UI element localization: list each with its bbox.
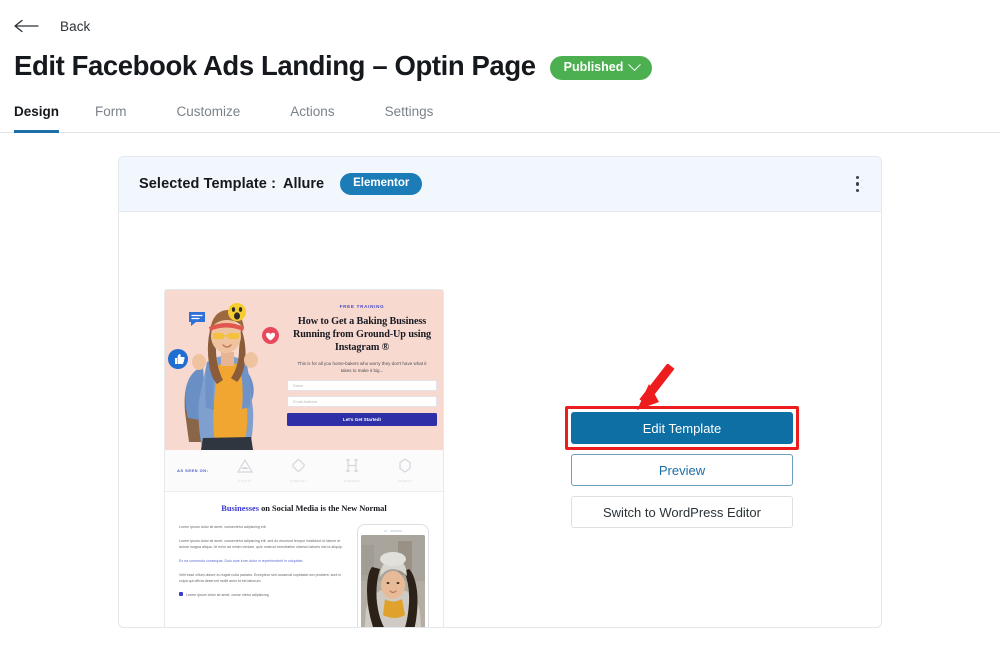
- tab-form[interactable]: Form: [95, 104, 155, 132]
- wow-emoji-icon: [227, 302, 247, 322]
- edit-template-button[interactable]: Edit Template: [571, 412, 793, 444]
- bullet-text: Lorem ipsum dolor sit amet, conse ctetur…: [186, 592, 269, 598]
- logo-item: AGENCY: [398, 458, 413, 483]
- diamond-logo-icon: [291, 458, 306, 473]
- logo-name: COMPANY: [290, 480, 307, 483]
- heart-icon: [261, 326, 280, 345]
- hero-name-field[interactable]: Name: [287, 380, 437, 391]
- h-logo-icon: [345, 458, 359, 473]
- tab-customize[interactable]: Customize: [177, 104, 269, 132]
- content-paragraph: Velit esse cillum dolore eu fugiat nulla…: [179, 572, 347, 585]
- kebab-dot: [856, 189, 860, 193]
- switch-to-wordpress-editor-button[interactable]: Switch to WordPress Editor: [571, 496, 793, 528]
- phone-screen-photo: [361, 535, 425, 628]
- preview-content-section: Businesses on Social Media is the New No…: [165, 492, 443, 628]
- kebab-dot: [856, 176, 860, 180]
- content-bullet-item: Lorem ipsum dolor sit amet, conse ctetur…: [179, 592, 347, 598]
- tab-settings[interactable]: Settings: [385, 104, 462, 132]
- logo-item: COMPANY: [344, 458, 361, 483]
- selected-template-name: Allure: [283, 176, 324, 192]
- triangle-logo-icon: [237, 459, 253, 473]
- as-seen-on-label: AS SEEN ON:: [177, 468, 209, 473]
- content-heading-highlight: Businesses: [221, 504, 259, 513]
- template-card: Selected Template : Allure Elementor: [118, 156, 882, 628]
- logo-name: AGENCY: [398, 480, 413, 483]
- tab-actions[interactable]: Actions: [290, 104, 362, 132]
- content-paragraph: Lorem ipsum dolor sit amet, consectetur …: [179, 538, 347, 551]
- content-heading-rest: on Social Media is the New Normal: [259, 504, 387, 513]
- hero-kicker: FREE TRAINING: [287, 304, 437, 309]
- template-actions: Edit Template Preview Switch to WordPres…: [571, 412, 793, 528]
- elementor-badge: Elementor: [340, 173, 422, 196]
- back-bar[interactable]: Back: [0, 0, 1000, 38]
- chevron-down-icon: [628, 58, 641, 71]
- template-card-body: FREE TRAINING How to Get a Baking Busine…: [119, 212, 881, 628]
- thumbs-up-icon: [167, 348, 189, 370]
- phone-notch: [361, 530, 425, 532]
- back-label[interactable]: Back: [60, 19, 90, 34]
- logo-name: STUDIO: [237, 480, 253, 483]
- hero-subtext: This is for all you home-bakers who worr…: [287, 361, 437, 375]
- template-card-header: Selected Template : Allure Elementor: [119, 157, 881, 212]
- content-link-paragraph[interactable]: Ex ea commodo consequat. Duis aute irure…: [179, 558, 347, 565]
- comment-icon: [187, 310, 207, 328]
- bullet-marker-icon: [179, 592, 183, 596]
- template-preview-thumbnail[interactable]: FREE TRAINING How to Get a Baking Busine…: [164, 289, 444, 628]
- preview-hero-section: FREE TRAINING How to Get a Baking Busine…: [165, 290, 443, 450]
- tab-bar: Design Form Customize Actions Settings: [0, 104, 1000, 133]
- preview-logos-strip: AS SEEN ON: STUDIO COMPANY: [165, 450, 443, 492]
- logo-item: COMPANY: [290, 458, 307, 483]
- content-columns: Lorem ipsum dolor sit amet, consectetur …: [179, 524, 429, 628]
- content-heading: Businesses on Social Media is the New No…: [179, 504, 429, 513]
- logo-list: STUDIO COMPANY COMPANY: [209, 458, 431, 483]
- content-text-column: Lorem ipsum dolor sit amet, consectetur …: [179, 524, 347, 628]
- hexagon-logo-icon: [398, 458, 412, 473]
- phone-camera-icon: [384, 530, 386, 532]
- logo-item: STUDIO: [237, 459, 253, 483]
- hero-email-field[interactable]: Email Address: [287, 396, 437, 407]
- hero-headline: How to Get a Baking Business Running fro…: [287, 315, 437, 354]
- page-title-row: Edit Facebook Ads Landing – Optin Page P…: [0, 38, 1000, 82]
- logo-name: COMPANY: [344, 480, 361, 483]
- phone-speaker: [390, 530, 402, 532]
- annotation-arrow-down-left-icon: [619, 364, 689, 416]
- status-badge-label: Published: [564, 61, 624, 74]
- preview-button[interactable]: Preview: [571, 454, 793, 486]
- tab-design[interactable]: Design: [14, 104, 73, 132]
- content-paragraph: Lorem ipsum dolor sit amet, consectetur …: [179, 524, 347, 531]
- hero-cta-button[interactable]: Let's Get Started!: [287, 413, 437, 426]
- selected-template-label: Selected Template :: [139, 176, 276, 192]
- status-badge[interactable]: Published: [550, 56, 653, 80]
- kebab-menu-icon[interactable]: [852, 170, 864, 199]
- hero-copy: FREE TRAINING How to Get a Baking Busine…: [287, 304, 437, 426]
- kebab-dot: [856, 182, 860, 186]
- page-title: Edit Facebook Ads Landing – Optin Page: [14, 50, 536, 82]
- phone-mockup: [357, 524, 429, 628]
- arrow-left-icon[interactable]: [14, 19, 40, 33]
